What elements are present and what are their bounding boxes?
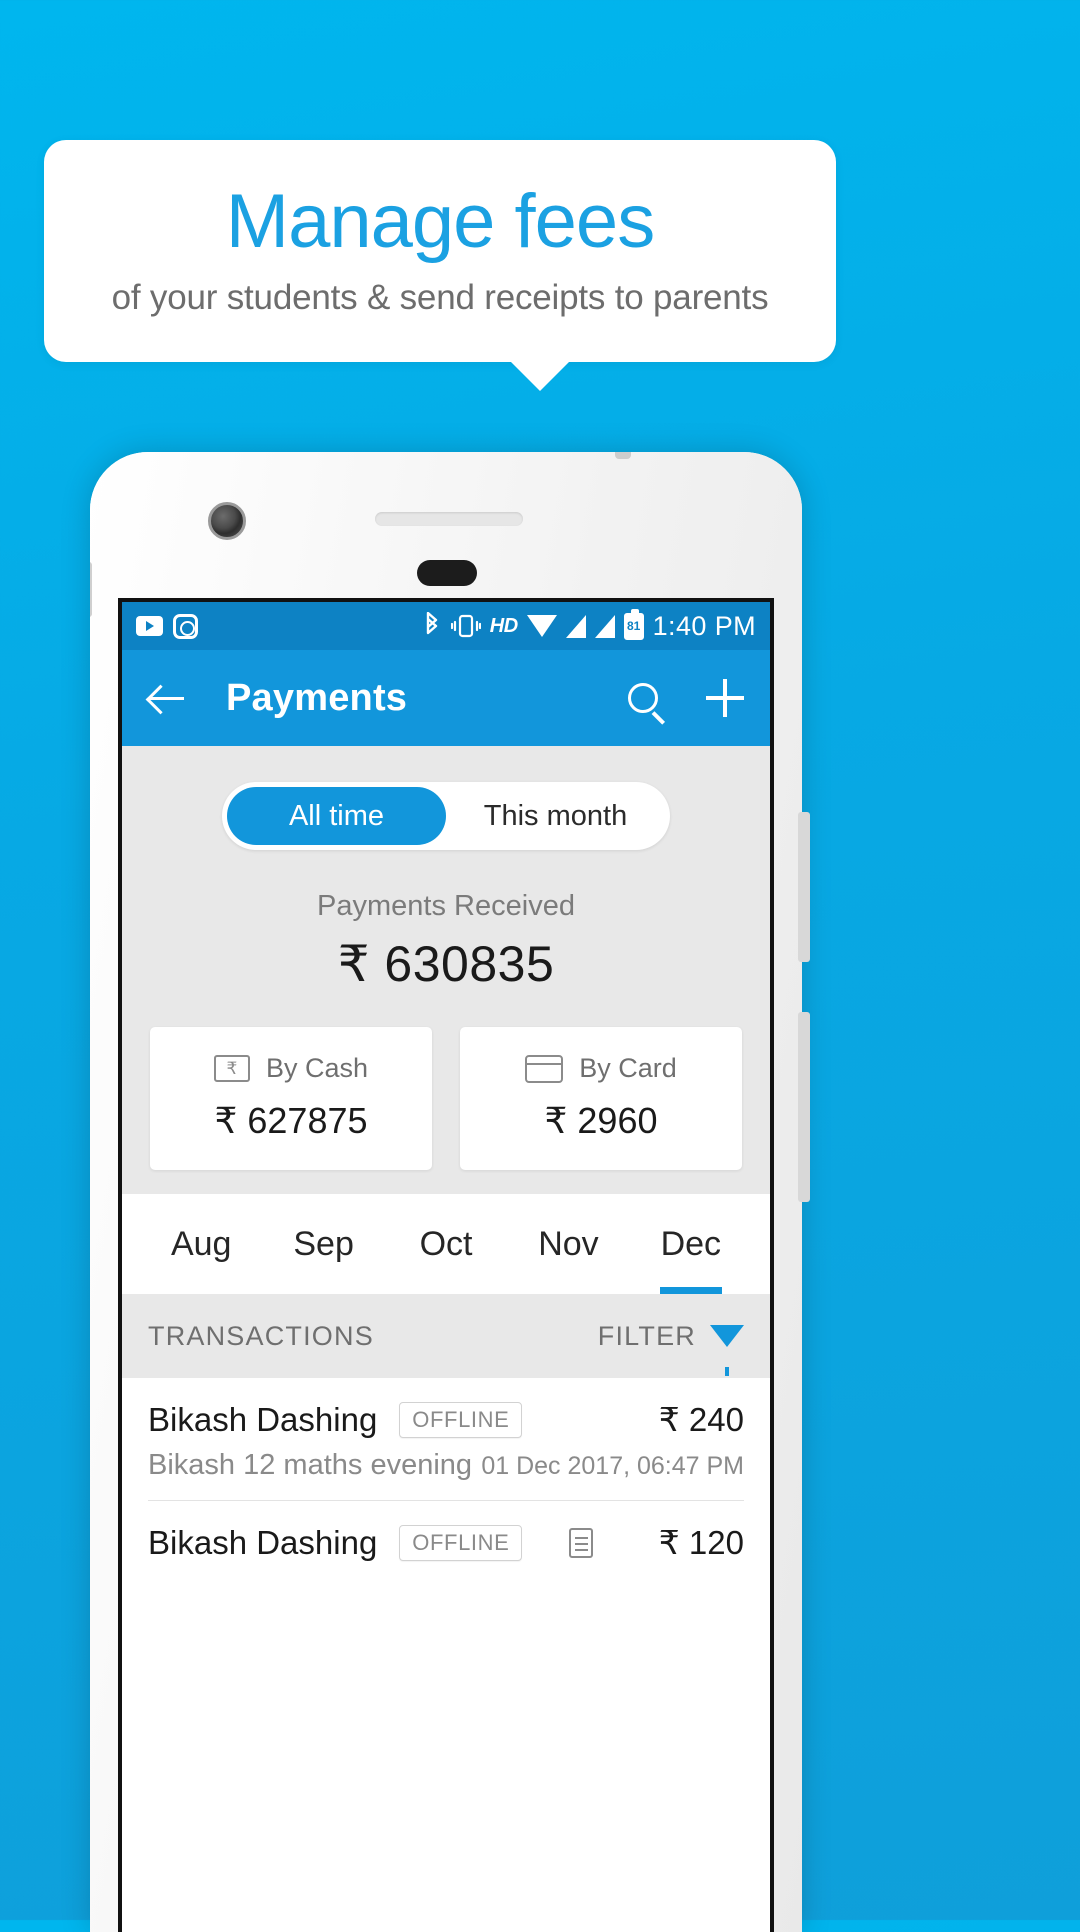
promo-subtitle: of your students & send receipts to pare…: [111, 278, 769, 317]
phone-top-notch: [615, 452, 631, 459]
promo-callout-tail: [510, 361, 570, 391]
filter-icon[interactable]: [710, 1325, 744, 1376]
tab-oct[interactable]: Oct: [385, 1194, 507, 1294]
transaction-name: Bikash Dashing: [148, 1523, 378, 1561]
transactions-list: Bikash Dashing OFFLINE ₹ 240 Bikash 12 m…: [122, 1378, 770, 1562]
transaction-description: Bikash 12 maths evening: [148, 1449, 473, 1481]
by-card-card[interactable]: By Card ₹ 2960: [460, 1027, 742, 1170]
search-icon[interactable]: [628, 683, 658, 713]
receipt-icon[interactable]: [568, 1527, 593, 1558]
payments-received-amount: ₹ 630835: [337, 936, 555, 992]
promo-callout: Manage fees of your students & send rece…: [44, 140, 836, 362]
segment-this-month[interactable]: This month: [446, 787, 665, 845]
credit-card-icon: [525, 1054, 564, 1083]
by-card-amount: ₹ 2960: [544, 1100, 658, 1141]
status-badge: OFFLINE: [399, 1401, 523, 1438]
time-range-segmented-control[interactable]: All time This month: [222, 782, 670, 850]
transaction-amount: ₹ 240: [658, 1401, 744, 1438]
tab-dec[interactable]: Dec: [630, 1194, 752, 1294]
transaction-amount: ₹ 120: [658, 1524, 744, 1561]
tab-nov[interactable]: Nov: [507, 1194, 629, 1294]
app-bar: Payments: [122, 650, 770, 746]
transaction-name: Bikash Dashing: [148, 1400, 378, 1438]
proximity-sensor: [417, 560, 477, 586]
table-row[interactable]: Bikash Dashing OFFLINE ₹ 240 Bikash 12 m…: [122, 1378, 770, 1501]
phone-mockup: HD 81 1:40 PM Payments All time This mon…: [90, 452, 810, 1932]
summary-section: All time This month Payments Received ₹ …: [122, 746, 770, 1194]
table-row[interactable]: Bikash Dashing OFFLINE ₹ 120: [122, 1501, 770, 1562]
by-cash-card[interactable]: ₹ By Cash ₹ 627875: [150, 1027, 432, 1170]
status-badge: OFFLINE: [399, 1524, 523, 1561]
by-cash-label: By Cash: [265, 1053, 369, 1083]
bluetooth-icon: [422, 612, 442, 640]
wifi-icon: [526, 615, 557, 637]
page-title: Payments: [226, 676, 408, 719]
front-camera-icon: [208, 502, 246, 540]
transaction-date: 01 Dec 2017, 06:47 PM: [481, 1452, 744, 1480]
sim-tray: [90, 562, 92, 617]
filter-label: FILTER: [597, 1320, 696, 1351]
status-bar: HD 81 1:40 PM: [122, 602, 770, 650]
phone-screen: HD 81 1:40 PM Payments All time This mon…: [118, 598, 774, 1932]
by-card-label: By Card: [579, 1053, 677, 1083]
tab-sep[interactable]: Sep: [262, 1194, 384, 1294]
battery-icon: 81: [623, 608, 644, 640]
vibrate-icon: [450, 613, 481, 639]
transactions-header: TRANSACTIONS FILTER: [122, 1294, 770, 1378]
signal-icon: [594, 614, 615, 638]
rupee-note-icon: ₹: [213, 1055, 250, 1082]
segment-all-time[interactable]: All time: [227, 787, 446, 845]
power-button[interactable]: [798, 1012, 810, 1202]
by-cash-amount: ₹ 627875: [214, 1100, 368, 1141]
transactions-label: TRANSACTIONS: [148, 1320, 374, 1351]
month-tabs[interactable]: Aug Sep Oct Nov Dec: [122, 1194, 770, 1294]
signal-icon: [565, 614, 586, 638]
filter-button[interactable]: FILTER: [597, 1320, 744, 1376]
back-arrow-icon[interactable]: [148, 679, 186, 717]
add-icon[interactable]: [706, 679, 744, 717]
camera-icon: [173, 613, 198, 639]
tab-aug[interactable]: Aug: [140, 1194, 262, 1294]
payments-received-label: Payments Received: [317, 890, 575, 922]
youtube-icon: [136, 616, 163, 636]
status-bar-clock: 1:40 PM: [652, 610, 756, 641]
volume-button[interactable]: [798, 812, 810, 962]
promo-title: Manage fees: [225, 179, 655, 264]
hd-icon: HD: [489, 614, 518, 637]
earpiece-speaker: [375, 512, 523, 526]
